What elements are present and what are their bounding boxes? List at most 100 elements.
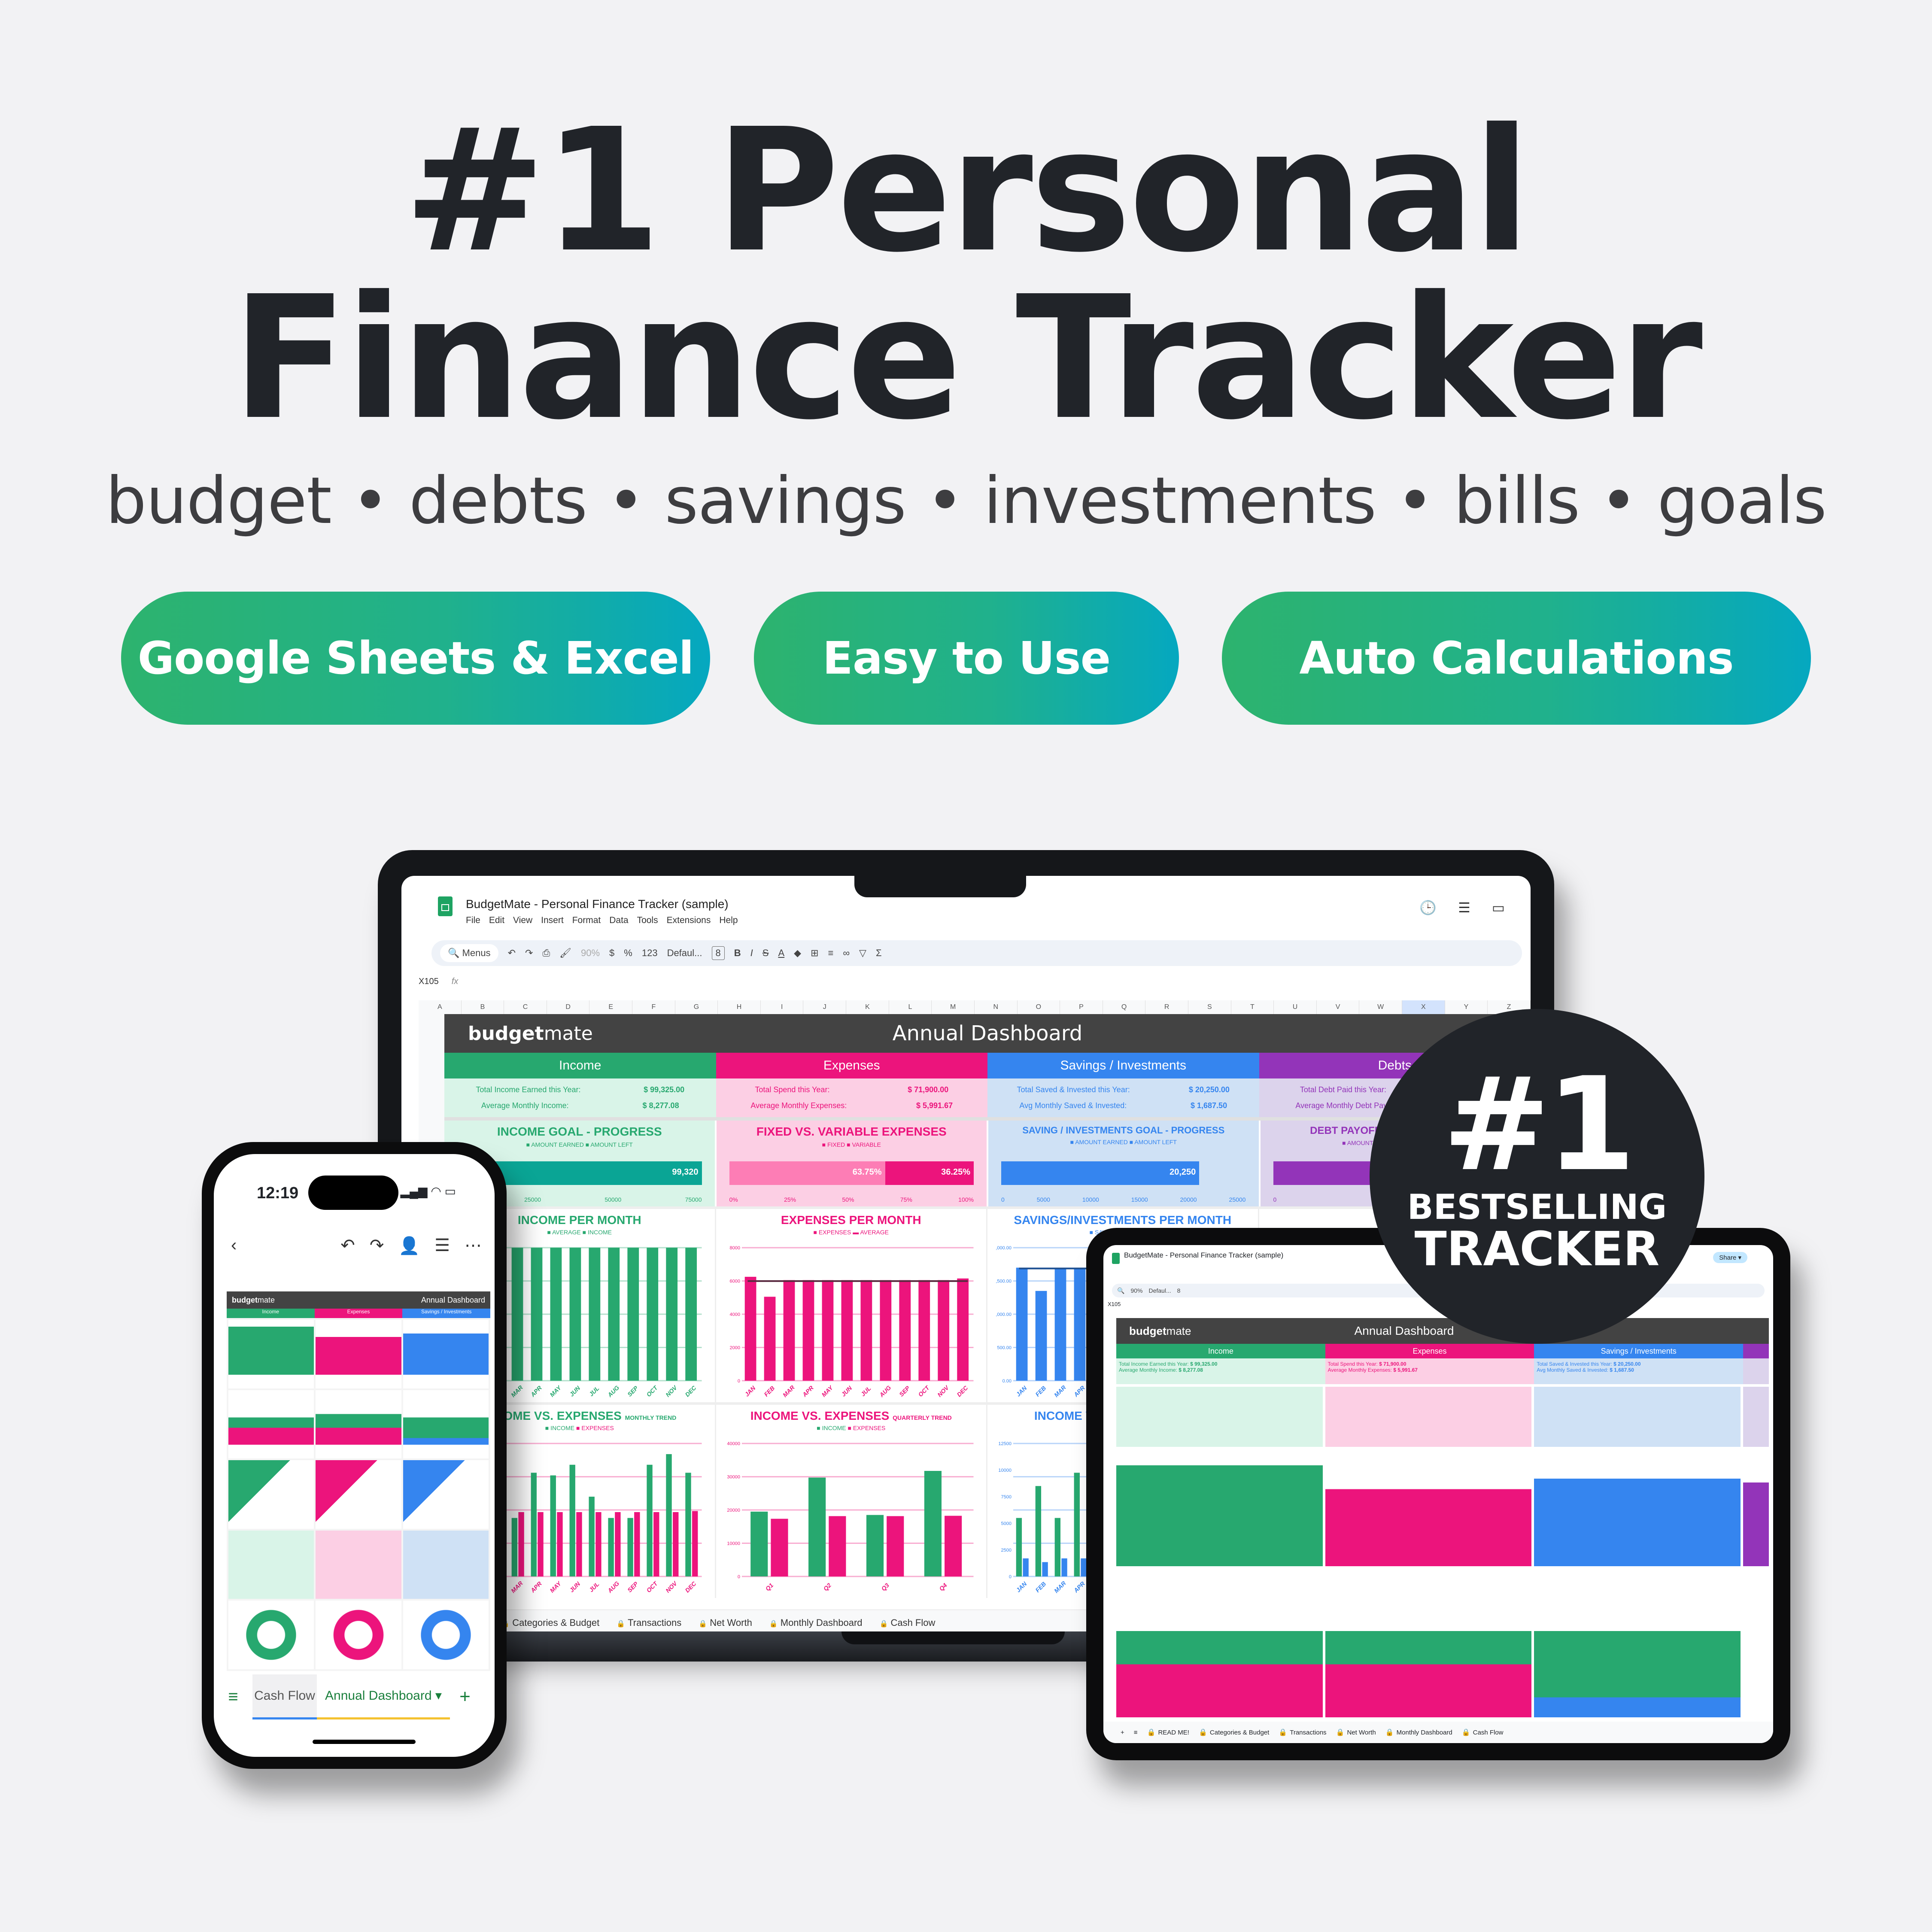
tab-monthly-dashboard[interactable]: Monthly Dashboard	[1385, 1728, 1452, 1737]
column-header[interactable]: L	[889, 1000, 932, 1014]
bar-dec	[685, 1248, 697, 1381]
tab-transactions[interactable]: Transactions	[617, 1617, 681, 1628]
filter-icon[interactable]: ▽	[859, 948, 866, 959]
redo-icon[interactable]: ↷	[370, 1236, 384, 1256]
zoom-select[interactable]: 90%	[1130, 1287, 1142, 1294]
tab-cash-flow[interactable]: Cash Flow	[880, 1617, 935, 1628]
tablet-name-box[interactable]: X105	[1108, 1301, 1121, 1307]
column-header[interactable]: G	[675, 1000, 718, 1014]
font-size-input[interactable]: 8	[711, 946, 725, 960]
column-header[interactable]: T	[1231, 1000, 1274, 1014]
back-icon[interactable]: ‹	[231, 1236, 237, 1256]
comments-icon[interactable]: ☰	[434, 1236, 450, 1256]
x-tick-label: DEC	[683, 1384, 698, 1398]
tablet-document-title[interactable]: BudgetMate - Personal Finance Tracker (s…	[1124, 1251, 1283, 1260]
font-select[interactable]: Defaul...	[1148, 1287, 1171, 1294]
column-header[interactable]: Y	[1445, 1000, 1488, 1014]
menu-extensions[interactable]: Extensions	[667, 915, 711, 926]
income-vs-expenses-quarterly-chart: INCOME VS. EXPENSES QUARTERLY TREND ■ IN…	[716, 1405, 987, 1598]
menu-file[interactable]: File	[466, 915, 480, 926]
font-size-input[interactable]: 8	[1177, 1287, 1181, 1294]
text-color-icon[interactable]: A	[778, 948, 784, 959]
column-header[interactable]: O	[1018, 1000, 1060, 1014]
column-header[interactable]: U	[1274, 1000, 1317, 1014]
tab-categories-budget[interactable]: Categories & Budget	[1199, 1728, 1269, 1737]
all-sheets-icon[interactable]: ≡	[1134, 1729, 1138, 1736]
menu-format[interactable]: Format	[572, 915, 601, 926]
borders-icon[interactable]: ⊞	[811, 948, 818, 959]
column-header[interactable]: F	[632, 1000, 675, 1014]
column-header[interactable]: R	[1145, 1000, 1188, 1014]
menu-tools[interactable]: Tools	[637, 915, 658, 926]
search-icon[interactable]: 🔍	[1117, 1287, 1124, 1294]
tab-net-worth[interactable]: Net Worth	[699, 1617, 752, 1628]
column-header[interactable]: H	[718, 1000, 761, 1014]
phone-donut	[316, 1601, 401, 1669]
tab-monthly-dashboard[interactable]: Monthly Dashboard	[769, 1617, 863, 1628]
status-icons: ▂▄▆ ◠ ▭	[401, 1184, 456, 1198]
print-icon[interactable]: ⎙	[542, 948, 550, 959]
menu-edit[interactable]: Edit	[489, 915, 504, 926]
tab-cash-flow[interactable]: Cash Flow	[1462, 1728, 1504, 1737]
column-header[interactable]: P	[1060, 1000, 1103, 1014]
add-person-icon[interactable]: 👤	[398, 1236, 420, 1256]
share-button[interactable]: Share ▾	[1713, 1252, 1747, 1263]
column-header[interactable]: A	[419, 1000, 462, 1014]
phone-tab-cash-flow[interactable]: Cash Flow	[252, 1674, 317, 1719]
bold-icon[interactable]: B	[734, 948, 741, 959]
redo-icon[interactable]: ↷	[525, 948, 533, 959]
column-header[interactable]: X	[1402, 1000, 1445, 1014]
column-header[interactable]: S	[1188, 1000, 1231, 1014]
align-icon[interactable]: ≡	[828, 948, 834, 959]
sheet-list-icon[interactable]: ≡	[214, 1687, 252, 1707]
font-select[interactable]: Defaul...	[667, 948, 702, 959]
tab-transactions[interactable]: Transactions	[1279, 1728, 1326, 1737]
phone-chart	[403, 1320, 489, 1388]
column-header[interactable]: J	[803, 1000, 847, 1014]
zoom-select[interactable]: 90%	[581, 948, 600, 959]
tablet-debt-stats	[1743, 1358, 1769, 1384]
functions-icon[interactable]: Σ	[876, 948, 882, 959]
x-tick-label: SEP	[626, 1384, 640, 1398]
x-tick-label: JUN	[568, 1580, 582, 1594]
column-header[interactable]: D	[547, 1000, 590, 1014]
number-format[interactable]: 123	[642, 948, 658, 959]
column-header[interactable]: E	[589, 1000, 633, 1014]
paint-format-icon[interactable]: 🖌	[559, 948, 571, 959]
version-history-icon[interactable]: 🕒	[1419, 899, 1437, 916]
column-header[interactable]: B	[462, 1000, 504, 1014]
add-sheet-icon[interactable]: +	[1121, 1729, 1124, 1736]
menu-view[interactable]: View	[513, 915, 532, 926]
menu-help[interactable]: Help	[719, 915, 738, 926]
column-header[interactable]: C	[504, 1000, 547, 1014]
column-header[interactable]: I	[761, 1000, 804, 1014]
undo-icon[interactable]: ↶	[340, 1236, 355, 1256]
strikethrough-icon[interactable]: S	[762, 948, 769, 959]
undo-icon[interactable]: ↶	[508, 948, 516, 959]
tab-categories-budget[interactable]: Categories & Budget	[501, 1617, 599, 1628]
menu-insert[interactable]: Insert	[541, 915, 564, 926]
column-header[interactable]: W	[1359, 1000, 1403, 1014]
more-icon[interactable]: ⋯	[465, 1236, 482, 1256]
fill-color-icon[interactable]: ◆	[794, 948, 801, 959]
meet-icon[interactable]: ▭	[1492, 899, 1505, 916]
link-icon[interactable]: ∞	[843, 948, 850, 959]
column-header[interactable]: M	[932, 1000, 975, 1014]
menu-data[interactable]: Data	[609, 915, 628, 926]
italic-icon[interactable]: I	[750, 948, 753, 959]
menus-search[interactable]: 🔍 Menus	[440, 944, 498, 962]
tab-read-me[interactable]: READ ME!	[1147, 1728, 1189, 1737]
add-sheet-icon[interactable]: +	[450, 1686, 480, 1707]
phone-tab-annual-dashboard[interactable]: Annual Dashboard ▾	[317, 1674, 450, 1719]
currency-format[interactable]: $	[609, 948, 614, 959]
name-box[interactable]: X105	[419, 977, 439, 987]
comments-icon[interactable]: ☰	[1458, 899, 1470, 916]
column-header[interactable]: K	[846, 1000, 889, 1014]
tab-net-worth[interactable]: Net Worth	[1336, 1728, 1376, 1737]
column-header[interactable]: N	[975, 1000, 1018, 1014]
percent-format[interactable]: %	[624, 948, 632, 959]
document-title[interactable]: BudgetMate - Personal Finance Tracker (s…	[466, 897, 729, 911]
column-header[interactable]: Q	[1103, 1000, 1146, 1014]
bar-feb	[1035, 1486, 1042, 1577]
column-header[interactable]: V	[1317, 1000, 1360, 1014]
